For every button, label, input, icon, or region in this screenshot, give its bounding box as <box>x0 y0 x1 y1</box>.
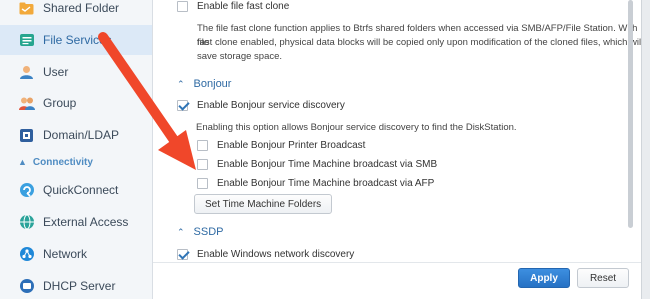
footer-bar <box>153 262 650 299</box>
sidebar-item-label: QuickConnect <box>43 183 119 197</box>
sidebar-group-label: Connectivity <box>32 156 93 168</box>
bonjour-section-header[interactable]: ⌃ Bonjour <box>177 78 231 90</box>
ssdp-section-header[interactable]: ⌃ SSDP <box>177 226 224 238</box>
folder-icon <box>18 0 35 17</box>
bonjour-section-title: Bonjour <box>193 78 232 90</box>
sidebar-item-external-access[interactable]: External Access <box>0 207 152 237</box>
content-scrollbar[interactable] <box>628 0 634 262</box>
windows-discovery-label: Enable Windows network discovery <box>197 249 355 260</box>
fast-clone-description-line2: fast clone enabled, physical data blocks… <box>197 37 644 48</box>
sidebar-item-group[interactable]: Group <box>0 88 152 118</box>
sidebar: Shared Folder File Services User Group D… <box>0 0 153 299</box>
bonjour-printer-option[interactable]: Enable Bonjour Printer Broadcast <box>197 140 365 151</box>
sidebar-item-label: DHCP Server <box>43 279 116 293</box>
fast-clone-description-line3: save storage space. <box>197 51 283 62</box>
chevron-up-icon: ⌃ <box>177 78 185 89</box>
bonjour-smb-checkbox[interactable] <box>197 159 208 170</box>
group-icon <box>18 95 35 112</box>
sidebar-item-label: User <box>43 65 69 79</box>
bonjour-discovery-option[interactable]: Enable Bonjour service discovery <box>177 100 345 111</box>
sidebar-item-label: Group <box>43 96 77 110</box>
file-services-icon <box>18 32 35 49</box>
bonjour-smb-label: Enable Bonjour Time Machine broadcast vi… <box>217 159 438 170</box>
dhcp-icon <box>18 278 35 295</box>
sidebar-item-shared-folder[interactable]: Shared Folder <box>0 0 152 23</box>
bonjour-discovery-label: Enable Bonjour service discovery <box>197 100 345 111</box>
network-icon <box>18 246 35 263</box>
bonjour-printer-checkbox[interactable] <box>197 140 208 151</box>
windows-discovery-option[interactable]: Enable Windows network discovery <box>177 249 354 260</box>
sidebar-item-network[interactable]: Network <box>0 239 152 269</box>
fast-clone-checkbox[interactable] <box>177 1 188 12</box>
bonjour-afp-label: Enable Bonjour Time Machine broadcast vi… <box>217 178 435 189</box>
sidebar-group-connectivity[interactable]: ▲ Connectivity <box>0 153 152 171</box>
bonjour-smb-option[interactable]: Enable Bonjour Time Machine broadcast vi… <box>197 159 437 170</box>
sidebar-item-label: Network <box>43 247 88 261</box>
sidebar-item-dhcp-server[interactable]: DHCP Server <box>0 271 152 299</box>
sidebar-item-label: File Services <box>43 33 112 47</box>
apply-button[interactable]: Apply <box>518 268 570 288</box>
bonjour-printer-label: Enable Bonjour Printer Broadcast <box>217 140 366 151</box>
quickconnect-icon <box>18 182 35 199</box>
sidebar-item-file-services[interactable]: File Services <box>0 25 152 55</box>
sidebar-item-quickconnect[interactable]: QuickConnect <box>0 175 152 205</box>
ssdp-section-title: SSDP <box>193 226 224 238</box>
chevron-up-icon: ⌃ <box>177 226 185 237</box>
windows-discovery-checkbox[interactable] <box>177 249 188 260</box>
reset-button[interactable]: Reset <box>577 268 629 288</box>
bonjour-afp-option[interactable]: Enable Bonjour Time Machine broadcast vi… <box>197 178 434 189</box>
bonjour-discovery-checkbox[interactable] <box>177 100 188 111</box>
bonjour-afp-checkbox[interactable] <box>197 178 208 189</box>
sidebar-item-user[interactable]: User <box>0 57 152 87</box>
fast-clone-label: Enable file fast clone <box>197 1 290 12</box>
sidebar-item-label: Shared Folder <box>43 1 120 15</box>
external-access-icon <box>18 214 35 231</box>
fast-clone-option[interactable]: Enable file fast clone <box>177 1 289 12</box>
sidebar-item-label: External Access <box>43 215 129 229</box>
sidebar-item-label: Domain/LDAP <box>43 128 120 142</box>
bonjour-discovery-description: Enabling this option allows Bonjour serv… <box>196 122 517 133</box>
chevron-up-icon: ▲ <box>18 157 27 167</box>
domain-icon <box>18 127 35 144</box>
set-time-machine-folders-button[interactable]: Set Time Machine Folders <box>194 194 333 214</box>
user-icon <box>18 64 35 81</box>
window-edge <box>641 0 650 299</box>
scrollbar-thumb[interactable] <box>628 0 633 228</box>
sidebar-item-domain-ldap[interactable]: Domain/LDAP <box>0 120 152 150</box>
